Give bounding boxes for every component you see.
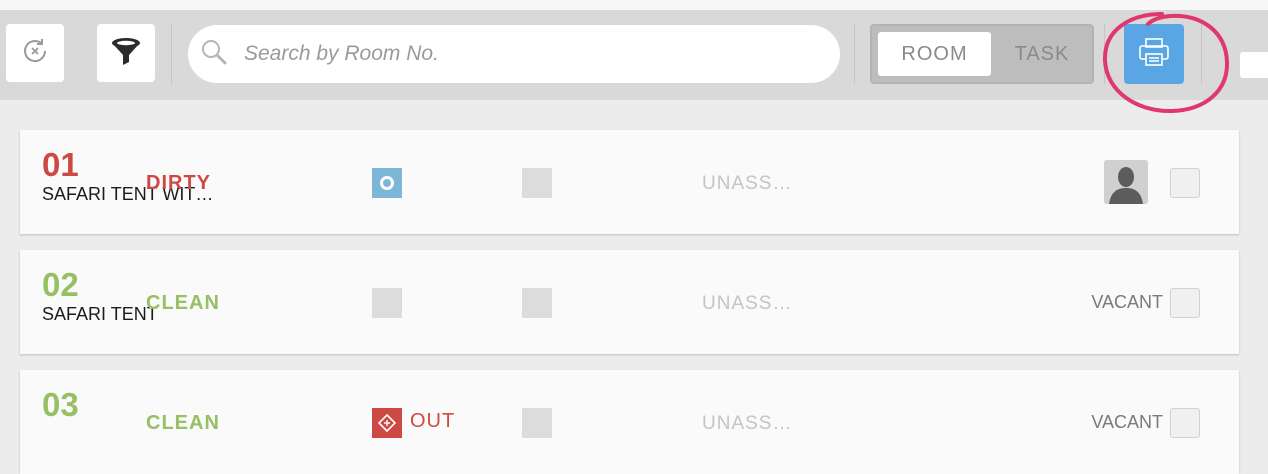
tab-task[interactable]: TASK bbox=[994, 32, 1090, 76]
occupancy-indicator bbox=[372, 288, 402, 318]
room-number: 01 bbox=[42, 146, 79, 183]
refresh-button[interactable] bbox=[6, 24, 64, 82]
room-status: CLEAN bbox=[146, 292, 220, 314]
tab-room[interactable]: ROOM bbox=[878, 32, 991, 76]
room-number: 02 bbox=[42, 266, 79, 303]
service-indicator bbox=[522, 408, 552, 438]
toolbar-divider bbox=[1201, 24, 1202, 84]
more-button[interactable] bbox=[1240, 52, 1268, 78]
search-icon bbox=[200, 38, 228, 71]
room-checkbox[interactable] bbox=[1170, 288, 1200, 318]
search-input[interactable] bbox=[242, 41, 806, 67]
assignee-label: UNASS… bbox=[702, 173, 793, 194]
search-box[interactable] bbox=[188, 25, 840, 83]
person-icon bbox=[1104, 160, 1148, 204]
departure-label: OUT bbox=[410, 410, 456, 432]
room-card[interactable]: 02 SAFARI TENT CLEAN UNASS… VACANT bbox=[20, 250, 1239, 354]
top-strip bbox=[0, 0, 1268, 10]
service-indicator bbox=[522, 168, 552, 198]
filter-button[interactable] bbox=[97, 24, 155, 82]
toolbar-divider bbox=[1104, 24, 1105, 84]
room-card[interactable]: 03 CLEAN OUT UNASS… VACANT bbox=[20, 370, 1239, 474]
assignee-label: UNASS… bbox=[702, 413, 793, 434]
funnel-icon bbox=[109, 34, 143, 73]
toolbar: ROOM TASK bbox=[0, 10, 1268, 100]
room-checkbox[interactable] bbox=[1170, 408, 1200, 438]
avatar[interactable] bbox=[1104, 160, 1148, 204]
toolbar-divider bbox=[171, 24, 172, 84]
room-type: SAFARI TENT bbox=[42, 304, 158, 324]
service-indicator bbox=[522, 288, 552, 318]
room-status: DIRTY bbox=[146, 172, 211, 194]
vacancy-label: VACANT bbox=[1091, 292, 1163, 312]
vacancy-label: VACANT bbox=[1091, 412, 1163, 432]
assignee-label: UNASS… bbox=[702, 293, 793, 314]
refresh-icon bbox=[19, 35, 51, 72]
room-checkbox[interactable] bbox=[1170, 168, 1200, 198]
printer-icon bbox=[1137, 36, 1171, 73]
print-button[interactable] bbox=[1124, 24, 1184, 84]
occupancy-indicator bbox=[372, 168, 402, 198]
ring-icon bbox=[380, 176, 394, 190]
view-toggle: ROOM TASK bbox=[870, 24, 1094, 84]
departure-icon bbox=[372, 408, 402, 438]
room-number: 03 bbox=[42, 386, 79, 423]
room-card[interactable]: 01 SAFARI TENT WIT… DIRTY UNASS… bbox=[20, 130, 1239, 234]
toolbar-divider bbox=[854, 24, 855, 84]
